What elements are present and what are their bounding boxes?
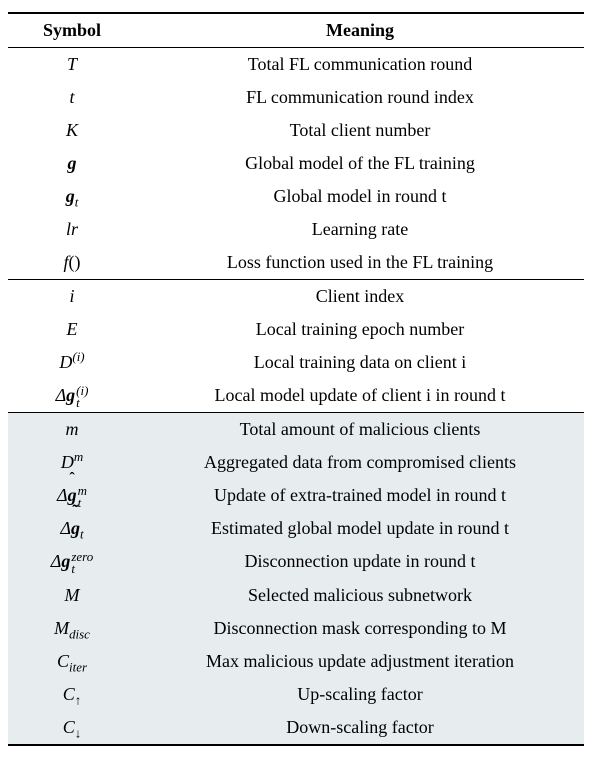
meaning-cell: Estimated global model update in round t xyxy=(136,512,584,545)
table-row: f()Loss function used in the FL training xyxy=(8,246,584,280)
symbol-cell: T xyxy=(8,48,136,82)
symbol-cell: K xyxy=(8,114,136,147)
header-meaning: Meaning xyxy=(136,13,584,48)
meaning-cell: Local model update of client i in round … xyxy=(136,379,584,413)
symbol-cell: i xyxy=(8,280,136,314)
symbol-cell: Δgzerot xyxy=(8,545,136,578)
symbol-cell: Δg(i)t xyxy=(8,379,136,413)
symbol-cell: M xyxy=(8,579,136,612)
meaning-cell: Disconnection mask corresponding to M xyxy=(136,612,584,645)
table-row: D(i)Local training data on client i xyxy=(8,346,584,379)
header-row: Symbol Meaning xyxy=(8,13,584,48)
symbol-cell: Δgt xyxy=(8,512,136,545)
meaning-cell: Loss function used in the FL training xyxy=(136,246,584,280)
meaning-cell: Global model of the FL training xyxy=(136,147,584,180)
meaning-cell: Local training epoch number xyxy=(136,313,584,346)
meaning-cell: Down-scaling factor xyxy=(136,711,584,745)
table-row: MdiscDisconnection mask corresponding to… xyxy=(8,612,584,645)
symbol-cell: E xyxy=(8,313,136,346)
symbol-cell: C↓ xyxy=(8,711,136,745)
meaning-cell: Up-scaling factor xyxy=(136,678,584,711)
table-row: iClient index xyxy=(8,280,584,314)
table-row: ΔgmtUpdate of extra-trained model in rou… xyxy=(8,479,584,512)
symbol-cell: D(i) xyxy=(8,346,136,379)
symbol-cell: C↑ xyxy=(8,678,136,711)
table-row: MSelected malicious subnetwork xyxy=(8,579,584,612)
header-symbol: Symbol xyxy=(8,13,136,48)
meaning-cell: Local training data on client i xyxy=(136,346,584,379)
symbol-cell: lr xyxy=(8,213,136,246)
table-row: DmAggregated data from compromised clien… xyxy=(8,446,584,479)
meaning-cell: Total amount of malicious clients xyxy=(136,413,584,447)
table-row: gGlobal model of the FL training xyxy=(8,147,584,180)
symbol-cell: g xyxy=(8,147,136,180)
meaning-cell: Selected malicious subnetwork xyxy=(136,579,584,612)
symbol-cell: gt xyxy=(8,180,136,213)
notation-table: Symbol Meaning TTotal FL communication r… xyxy=(8,12,584,746)
meaning-cell: Learning rate xyxy=(136,213,584,246)
table-row: Δg(i)tLocal model update of client i in … xyxy=(8,379,584,413)
meaning-cell: Total client number xyxy=(136,114,584,147)
table-row: tFL communication round index xyxy=(8,81,584,114)
table-row: ELocal training epoch number xyxy=(8,313,584,346)
symbol-cell: f() xyxy=(8,246,136,280)
table-row: ΔgzerotDisconnection update in round t xyxy=(8,545,584,578)
meaning-cell: Max malicious update adjustment iteratio… xyxy=(136,645,584,678)
meaning-cell: Global model in round t xyxy=(136,180,584,213)
meaning-cell: Client index xyxy=(136,280,584,314)
meaning-cell: Aggregated data from compromised clients xyxy=(136,446,584,479)
table-row: C↑Up-scaling factor xyxy=(8,678,584,711)
table-row: CiterMax malicious update adjustment ite… xyxy=(8,645,584,678)
table-row: C↓Down-scaling factor xyxy=(8,711,584,745)
meaning-cell: FL communication round index xyxy=(136,81,584,114)
table-row: lrLearning rate xyxy=(8,213,584,246)
table-row: ΔgtEstimated global model update in roun… xyxy=(8,512,584,545)
table-body: TTotal FL communication roundtFL communi… xyxy=(8,48,584,746)
meaning-cell: Disconnection update in round t xyxy=(136,545,584,578)
symbol-cell: m xyxy=(8,413,136,447)
meaning-cell: Total FL communication round xyxy=(136,48,584,82)
table-row: KTotal client number xyxy=(8,114,584,147)
symbol-cell: t xyxy=(8,81,136,114)
table-row: gtGlobal model in round t xyxy=(8,180,584,213)
symbol-cell: Citer xyxy=(8,645,136,678)
symbol-cell: Mdisc xyxy=(8,612,136,645)
table-row: TTotal FL communication round xyxy=(8,48,584,82)
bottom-rule xyxy=(8,745,584,746)
table-row: mTotal amount of malicious clients xyxy=(8,413,584,447)
meaning-cell: Update of extra-trained model in round t xyxy=(136,479,584,512)
